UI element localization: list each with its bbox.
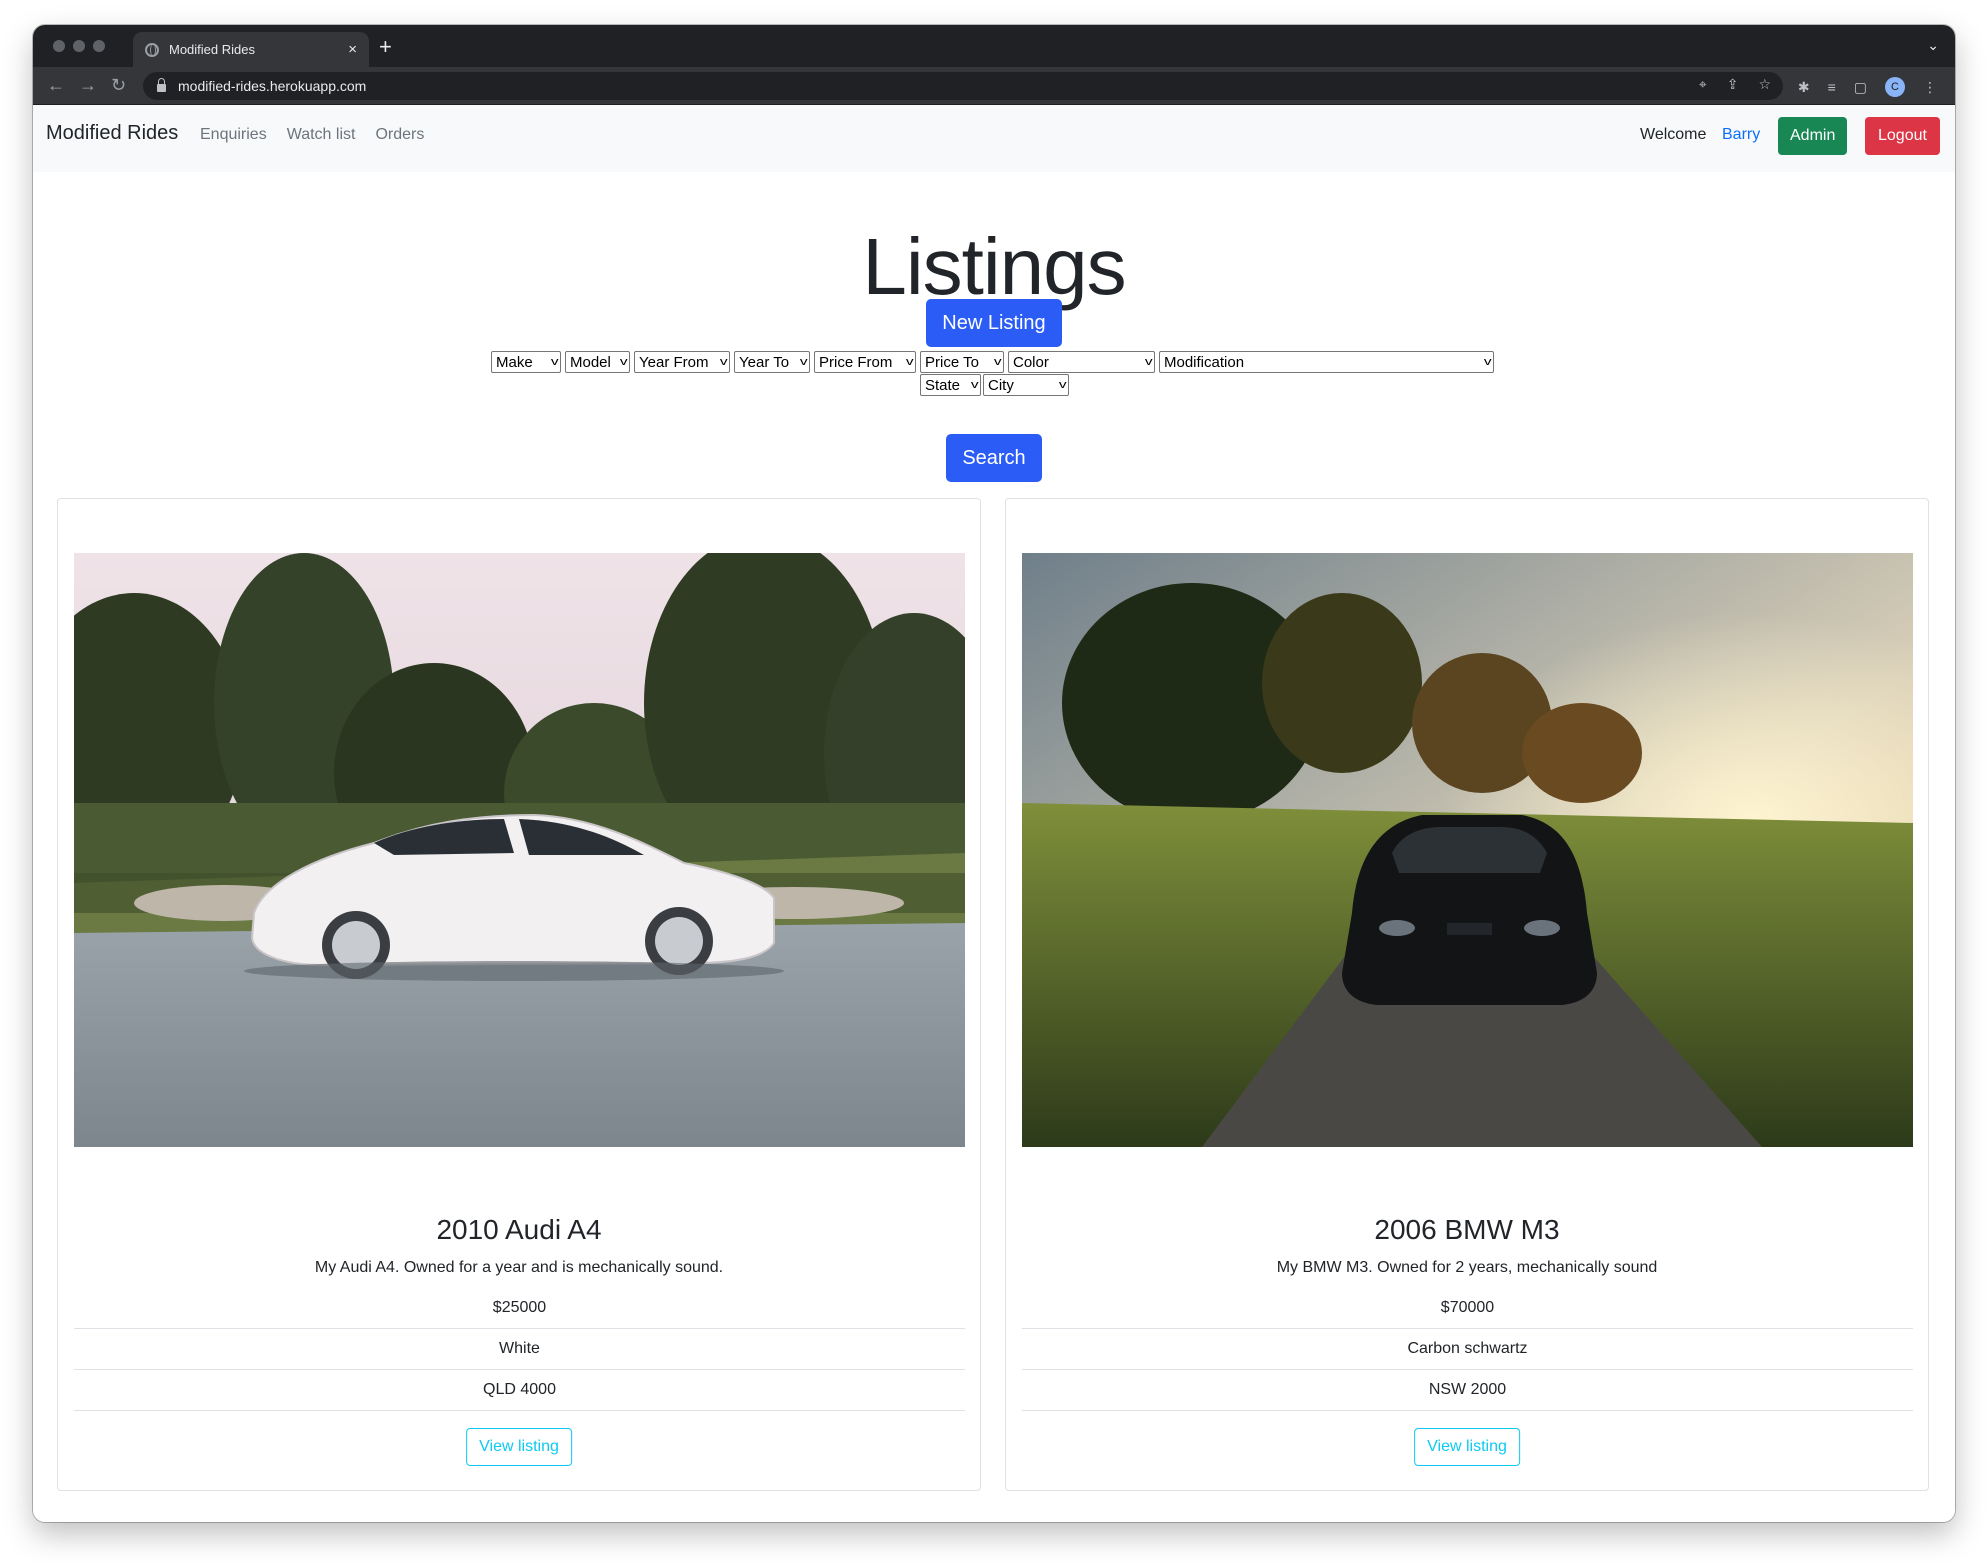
share-icon[interactable]: ⇪	[1727, 76, 1739, 93]
color-select-value: Color	[1013, 353, 1049, 371]
reload-icon[interactable]: ↻	[111, 75, 126, 95]
tab-title: Modified Rides	[169, 42, 255, 57]
listing-color: Carbon schwartz	[1022, 1329, 1913, 1370]
listing-details: $70000 Carbon schwartz NSW 2000	[1022, 1288, 1913, 1411]
chevron-down-icon: v	[970, 379, 979, 391]
car-photo-bmw[interactable]	[1022, 553, 1913, 1147]
model-select[interactable]: Model v	[565, 351, 630, 373]
price-to-select-value: Price To	[925, 353, 979, 371]
logout-button[interactable]: Logout	[1865, 117, 1940, 155]
price-from-select[interactable]: Price From v	[814, 351, 916, 373]
car-photo-bmw-image	[1022, 553, 1913, 1147]
listing-title: 2010 Audi A4	[436, 1214, 602, 1245]
chevron-down-icon: v	[619, 356, 628, 368]
color-select[interactable]: Color v	[1008, 351, 1155, 373]
view-listing-button[interactable]: View listing	[1414, 1428, 1520, 1466]
side-panel-icon[interactable]: ▢	[1854, 79, 1867, 96]
modification-select[interactable]: Modification v	[1159, 351, 1494, 373]
make-select-value: Make	[496, 353, 533, 371]
nav-links: Enquiries Watch list Orders	[200, 126, 424, 144]
listing-cards: 2010 Audi A4 My Audi A4. Owned for a yea…	[57, 498, 1931, 1491]
new-listing-button[interactable]: New Listing	[926, 299, 1062, 347]
browser-tab[interactable]: Modified Rides ×	[133, 32, 369, 67]
omnibox-icons: ⌖ ⇪ ☆	[1699, 76, 1771, 93]
chevron-down-icon: v	[550, 356, 559, 368]
nav-link-enquiries[interactable]: Enquiries	[200, 126, 267, 144]
state-select-value: State	[925, 376, 961, 394]
listing-price: $70000	[1022, 1288, 1913, 1329]
minimize-window-button[interactable]	[73, 40, 85, 52]
location-icon[interactable]: ⌖	[1699, 76, 1707, 93]
year-from-select-value: Year From	[639, 353, 709, 371]
back-arrow-icon[interactable]: ←	[47, 75, 65, 95]
site-brand[interactable]: Modified Rides	[46, 122, 178, 145]
year-from-select[interactable]: Year From v	[634, 351, 730, 373]
extensions-icon[interactable]: ✱	[1798, 79, 1810, 96]
city-select-value: City	[988, 376, 1014, 394]
listing-color: White	[74, 1329, 965, 1370]
search-button[interactable]: Search	[946, 434, 1042, 482]
chevron-down-icon: v	[1058, 379, 1067, 391]
year-to-select-value: Year To	[739, 353, 790, 371]
year-to-select[interactable]: Year To v	[734, 351, 810, 373]
new-tab-button[interactable]: +	[379, 34, 392, 60]
forward-arrow-icon[interactable]: →	[79, 75, 97, 95]
car-photo-audi-image	[74, 553, 965, 1147]
modification-select-value: Modification	[1164, 353, 1245, 371]
lock-icon	[157, 78, 166, 92]
user-link[interactable]: Barry	[1722, 126, 1760, 144]
price-from-select-value: Price From	[819, 353, 893, 371]
tab-close-icon[interactable]: ×	[348, 41, 357, 58]
listing-description: My BMW M3. Owned for 2 years, mechanical…	[1276, 1259, 1658, 1276]
admin-button[interactable]: Admin	[1778, 117, 1848, 155]
site-navbar: Modified Rides Enquiries Watch list Orde…	[33, 105, 1955, 172]
chevron-down-icon[interactable]: ⌄	[1927, 37, 1939, 54]
make-select[interactable]: Make v	[491, 351, 561, 373]
listing-description: My Audi A4. Owned for a year and is mech…	[314, 1259, 724, 1276]
filter-row-1: Make v Model v Year From v Year To v Price F…	[491, 351, 1494, 373]
model-select-value: Model	[570, 353, 611, 371]
nav-link-orders[interactable]: Orders	[375, 126, 424, 144]
listing-price: $25000	[74, 1288, 965, 1329]
car-photo-audi[interactable]	[74, 553, 965, 1147]
chevron-down-icon: v	[993, 356, 1002, 368]
browser-toolbar: ← → ↻ modified-rides.herokuapp.com ⌖ ⇪ ☆…	[33, 67, 1955, 105]
listing-location: QLD 4000	[74, 1370, 965, 1411]
profile-avatar[interactable]: C	[1885, 77, 1905, 97]
listing-card: 2006 BMW M3 My BMW M3. Owned for 2 years…	[1005, 498, 1929, 1491]
url-text: modified-rides.herokuapp.com	[178, 78, 367, 94]
chevron-down-icon: v	[799, 356, 808, 368]
view-listing-button[interactable]: View listing	[466, 1428, 572, 1466]
listing-card: 2010 Audi A4 My Audi A4. Owned for a yea…	[57, 498, 981, 1491]
chevron-down-icon: v	[719, 356, 728, 368]
filter-row-2: State v City v	[920, 374, 1069, 396]
listing-location: NSW 2000	[1022, 1370, 1913, 1411]
chevron-down-icon: v	[905, 356, 914, 368]
web-page: Modified Rides Enquiries Watch list Orde…	[33, 105, 1955, 1522]
reading-list-icon[interactable]: ≡	[1828, 79, 1836, 95]
menu-dots-icon[interactable]: ⋮	[1923, 79, 1937, 96]
state-select[interactable]: State v	[920, 374, 981, 396]
globe-icon	[145, 42, 159, 57]
chevron-down-icon: v	[1483, 356, 1492, 368]
chevron-down-icon: v	[1144, 356, 1153, 368]
city-select[interactable]: City v	[983, 374, 1069, 396]
tab-strip: Modified Rides × + ⌄	[33, 25, 1955, 67]
bookmark-star-icon[interactable]: ☆	[1758, 76, 1771, 93]
welcome-text: Welcome	[1640, 126, 1707, 143]
address-bar[interactable]: modified-rides.herokuapp.com ⌖ ⇪ ☆	[143, 72, 1783, 100]
extension-icons: ✱ ≡ ▢ C ⋮	[1798, 77, 1937, 97]
browser-window: Modified Rides × + ⌄ ← → ↻ modified-ride…	[33, 25, 1955, 1522]
listing-title: 2006 BMW M3	[1374, 1214, 1560, 1245]
listing-details: $25000 White QLD 4000	[74, 1288, 965, 1411]
price-to-select[interactable]: Price To v	[920, 351, 1004, 373]
nav-link-watch-list[interactable]: Watch list	[287, 126, 356, 144]
window-controls	[53, 40, 105, 52]
close-window-button[interactable]	[53, 40, 65, 52]
zoom-window-button[interactable]	[93, 40, 105, 52]
